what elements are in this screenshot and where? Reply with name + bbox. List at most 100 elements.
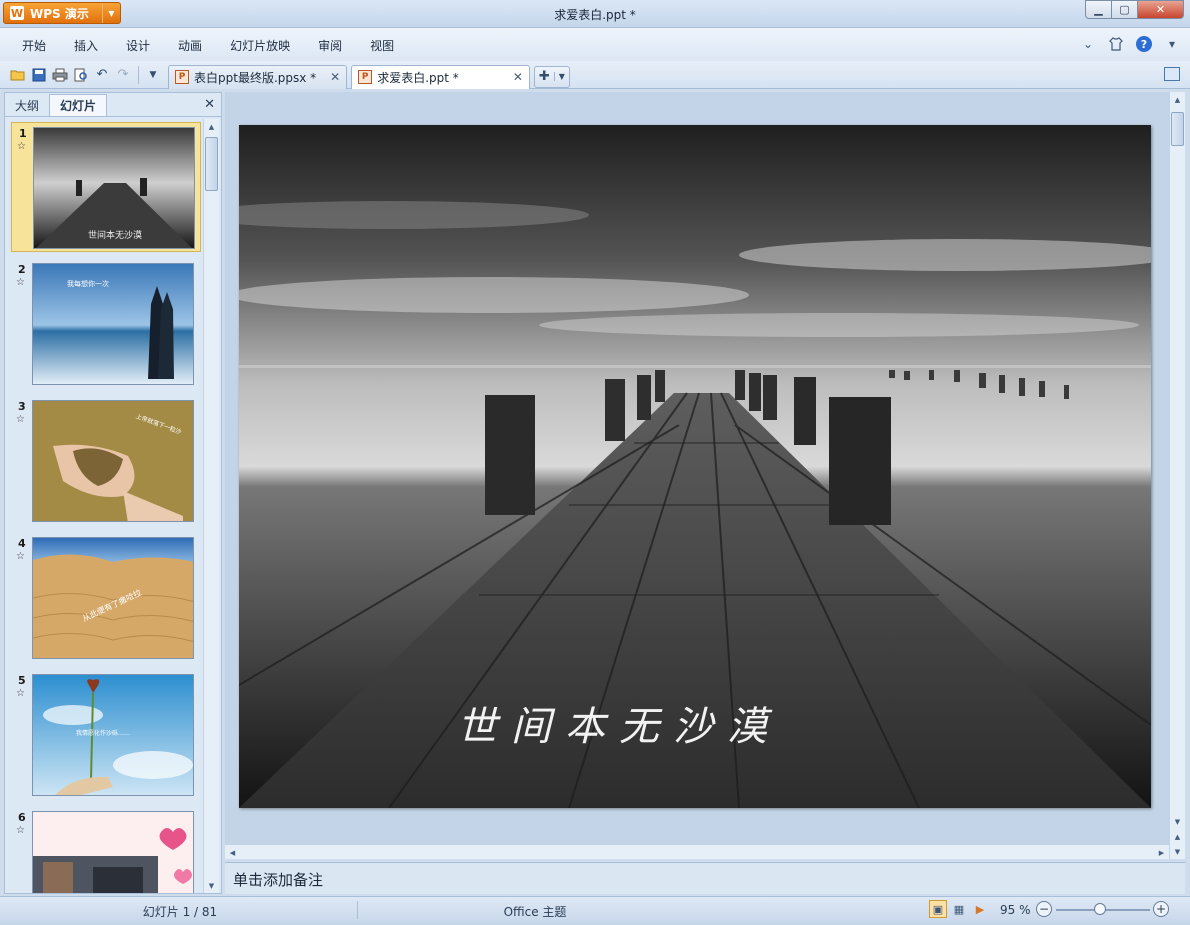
zoom-in-button[interactable]: + — [1153, 901, 1169, 917]
undo-icon[interactable]: ↶ — [92, 65, 112, 85]
scroll-up-icon[interactable]: ▲ — [1170, 92, 1185, 107]
animation-star-icon: ☆ — [16, 277, 25, 288]
close-tab-icon[interactable]: ✕ — [513, 70, 523, 84]
menu-insert[interactable]: 插入 — [60, 28, 112, 61]
print-preview-icon[interactable] — [71, 65, 91, 85]
print-icon[interactable] — [50, 65, 70, 85]
scroll-up-icon[interactable]: ▲ — [204, 119, 219, 134]
slide-thumbnail-3[interactable]: 3 ☆ 上帝就落下一粒沙 — [11, 396, 201, 526]
scroll-left-icon[interactable]: ◀ — [225, 845, 240, 860]
pier-photo: 世间本无沙漠 — [239, 125, 1151, 808]
previous-slide-icon[interactable]: ▲ — [1170, 829, 1185, 844]
close-tab-icon[interactable]: ✕ — [330, 70, 340, 84]
thumbnail-scrollbar[interactable]: ▲ ▼ — [203, 119, 219, 893]
next-slide-icon[interactable]: ▼ — [1170, 844, 1185, 859]
slide-canvas-area: 世间本无沙漠 — [225, 92, 1169, 844]
doc-tab-label: 表白ppt最终版.ppsx * — [194, 70, 317, 85]
slide-counter: 幻灯片 1 / 81 — [142, 905, 218, 919]
slide-thumbnail-5[interactable]: 5 ☆ 我情愿化作沙砾…… — [11, 670, 201, 800]
window-title: 求爱表白.ppt * — [554, 8, 636, 22]
current-slide[interactable]: 世间本无沙漠 — [239, 125, 1151, 808]
slide-number: 6 — [18, 811, 26, 824]
normal-view-icon[interactable]: ▣ — [929, 900, 947, 918]
customize-dropdown-icon[interactable]: ▼ — [143, 65, 163, 85]
thumbnail-list: 1 ☆ 世间本无沙漠 2 ☆ 我每想你一次 3 ☆ 上帝就落下一粒沙 4 ☆ 从… — [5, 119, 201, 893]
animation-star-icon: ☆ — [16, 414, 25, 425]
doc-tab-2[interactable]: P 求爱表白.ppt * ✕ — [351, 64, 530, 89]
menu-start[interactable]: 开始 — [8, 28, 60, 61]
slide-number: 5 — [18, 674, 26, 687]
slide-number: 2 — [18, 263, 26, 276]
slide-thumbnail-1[interactable]: 1 ☆ 世间本无沙漠 — [11, 122, 201, 252]
menu-view[interactable]: 视图 — [356, 28, 408, 61]
new-tab-button[interactable]: ✚ ▼ — [533, 65, 570, 88]
slide-number: 1 — [19, 127, 27, 140]
slide-vertical-scrollbar[interactable]: ▲ ▼ ▲ ▼ — [1169, 92, 1185, 859]
title-bar: W WPS 演示 ▼ 求爱表白.ppt * ▁ ▢ ✕ — [0, 0, 1190, 28]
slide-preview-hands: 上帝就落下一粒沙 — [32, 400, 194, 522]
menu-animation[interactable]: 动画 — [164, 28, 216, 61]
scrollbar-thumb[interactable] — [1171, 112, 1184, 146]
tab-slides[interactable]: 幻灯片 — [49, 94, 108, 116]
ppt-file-icon: P — [175, 70, 189, 84]
doc-tab-1[interactable]: P 表白ppt最终版.ppsx * ✕ — [168, 64, 348, 89]
open-folder-icon[interactable] — [8, 65, 28, 85]
chevron-down-icon[interactable]: ⌄ — [1080, 36, 1096, 52]
scroll-right-icon[interactable]: ▶ — [1154, 845, 1169, 860]
menu-right-icons: ⌄ ? ▾ — [1080, 36, 1180, 52]
notes-placeholder: 单击添加备注 — [233, 871, 324, 889]
slide-preview-couple: 我每想你一次 — [32, 263, 194, 385]
slide-sorter-view-icon[interactable]: ▦ — [950, 900, 968, 918]
thumb-caption: 世间本无沙漠 — [88, 229, 142, 241]
slide-number: 4 — [18, 537, 26, 550]
window-layout-icon[interactable] — [1164, 67, 1180, 81]
menu-design[interactable]: 设计 — [112, 28, 164, 61]
slideshow-view-icon[interactable]: ▶ — [971, 900, 989, 918]
animation-star-icon: ☆ — [16, 551, 25, 562]
slide-thumbnail-4[interactable]: 4 ☆ 从此便有了撒哈拉 — [11, 533, 201, 663]
window-controls: ▁ ▢ ✕ — [1085, 0, 1184, 19]
slide-preview-hearts — [32, 811, 194, 893]
animation-star-icon: ☆ — [16, 825, 25, 836]
slide-thumbnail-2[interactable]: 2 ☆ 我每想你一次 — [11, 259, 201, 389]
theme-name: Office 主题 — [503, 905, 567, 919]
slide-thumbnail-6[interactable]: 6 ☆ — [11, 807, 201, 893]
close-button[interactable]: ✕ — [1138, 0, 1184, 19]
thumb-caption: 我每想你一次 — [67, 279, 109, 288]
ppt-file-icon: P — [358, 70, 373, 84]
scroll-down-icon[interactable]: ▼ — [1170, 814, 1185, 829]
chevron-down-icon[interactable]: ▾ — [1164, 36, 1180, 52]
tab-outline[interactable]: 大纲 — [5, 94, 49, 116]
zoom-level[interactable]: 95 % — [1000, 903, 1031, 917]
panel-tabs: 大纲 幻灯片 ✕ — [5, 93, 221, 117]
minimize-button[interactable]: ▁ — [1085, 0, 1112, 19]
menu-bar: 开始 插入 设计 动画 幻灯片放映 审阅 视图 ⌄ ? ▾ — [0, 28, 1190, 61]
plus-icon[interactable]: ✚ — [535, 69, 554, 84]
close-panel-icon[interactable]: ✕ — [204, 97, 215, 112]
doc-tab-label: 求爱表白.ppt * — [377, 70, 459, 85]
scroll-down-icon[interactable]: ▼ — [204, 878, 219, 893]
zoom-slider-handle[interactable] — [1094, 903, 1106, 915]
animation-star-icon: ☆ — [16, 688, 25, 699]
slide-preview-desert: 从此便有了撒哈拉 — [32, 537, 194, 659]
animation-star-icon: ☆ — [17, 141, 26, 152]
menu-slideshow[interactable]: 幻灯片放映 — [216, 28, 304, 61]
skin-shirt-icon[interactable] — [1108, 36, 1124, 52]
menu-review[interactable]: 审阅 — [304, 28, 356, 61]
slide-caption: 世间本无沙漠 — [457, 704, 781, 750]
chevron-down-icon[interactable]: ▼ — [553, 72, 569, 81]
redo-icon[interactable]: ↷ — [113, 65, 133, 85]
help-icon[interactable]: ? — [1136, 36, 1152, 52]
thumb-caption: 我情愿化作沙砾…… — [76, 729, 130, 737]
status-bar: 幻灯片 1 / 81 Office 主题 ▣ ▦ ▶ 95 % − + — [0, 896, 1190, 925]
slide-preview-heart-flower: 我情愿化作沙砾…… — [32, 674, 194, 796]
notes-pane[interactable]: 单击添加备注 — [225, 862, 1185, 894]
zoom-out-button[interactable]: − — [1036, 901, 1052, 917]
maximize-button[interactable]: ▢ — [1112, 0, 1138, 19]
slide-number: 3 — [18, 400, 26, 413]
slides-panel: 大纲 幻灯片 ✕ 1 ☆ 世间本无沙漠 2 ☆ 我每想你一次 3 ☆ 上帝就落下… — [4, 92, 222, 894]
save-icon[interactable] — [29, 65, 49, 85]
status-divider — [357, 901, 358, 919]
slide-horizontal-scrollbar[interactable]: ◀ ▶ — [225, 844, 1169, 859]
scrollbar-thumb[interactable] — [205, 137, 218, 191]
